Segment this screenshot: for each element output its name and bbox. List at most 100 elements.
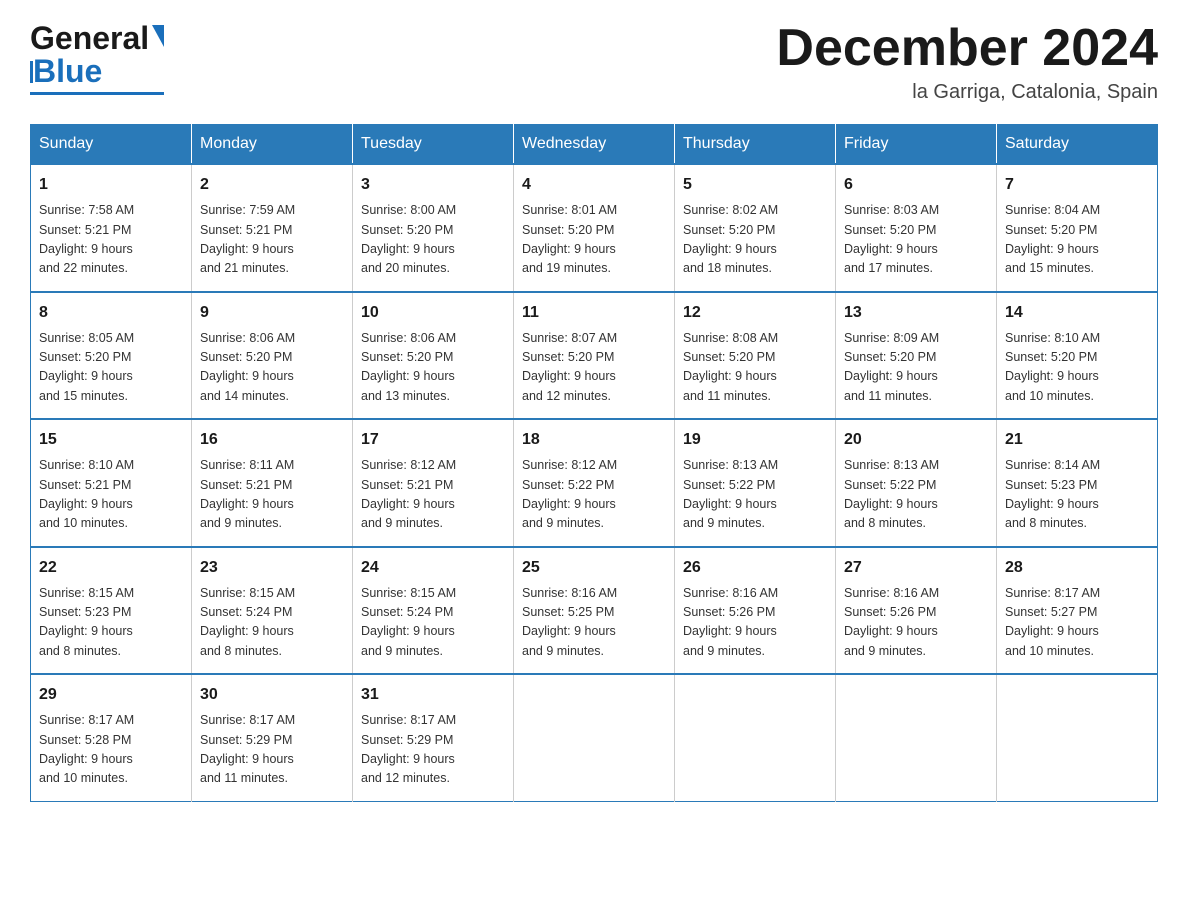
sunrise-label: Sunrise: 8:06 AM <box>200 331 295 345</box>
daylight-minutes: and 9 minutes. <box>361 644 443 658</box>
daylight-minutes: and 20 minutes. <box>361 261 450 275</box>
sunset-label: Sunset: 5:21 PM <box>39 223 131 237</box>
daylight-label: Daylight: 9 hours <box>1005 242 1099 256</box>
day-number: 13 <box>844 301 988 325</box>
daylight-minutes: and 17 minutes. <box>844 261 933 275</box>
logo-triangle-icon <box>152 25 164 47</box>
sunrise-label: Sunrise: 8:17 AM <box>1005 586 1100 600</box>
sunset-label: Sunset: 5:21 PM <box>361 478 453 492</box>
calendar-day-8: 8 Sunrise: 8:05 AM Sunset: 5:20 PM Dayli… <box>31 292 192 420</box>
day-info: Sunrise: 8:07 AM Sunset: 5:20 PM Dayligh… <box>522 329 666 407</box>
daylight-label: Daylight: 9 hours <box>1005 624 1099 638</box>
daylight-label: Daylight: 9 hours <box>39 752 133 766</box>
sunrise-label: Sunrise: 8:08 AM <box>683 331 778 345</box>
calendar-day-header-tuesday: Tuesday <box>353 125 514 165</box>
day-number: 27 <box>844 556 988 580</box>
day-number: 18 <box>522 428 666 452</box>
daylight-label: Daylight: 9 hours <box>361 497 455 511</box>
daylight-label: Daylight: 9 hours <box>200 369 294 383</box>
day-info: Sunrise: 8:13 AM Sunset: 5:22 PM Dayligh… <box>683 456 827 534</box>
daylight-label: Daylight: 9 hours <box>200 752 294 766</box>
sunset-label: Sunset: 5:24 PM <box>200 605 292 619</box>
sunset-label: Sunset: 5:20 PM <box>522 223 614 237</box>
day-info: Sunrise: 8:17 AM Sunset: 5:28 PM Dayligh… <box>39 711 183 789</box>
daylight-label: Daylight: 9 hours <box>39 497 133 511</box>
location-text: la Garriga, Catalonia, Spain <box>776 81 1158 104</box>
daylight-minutes: and 9 minutes. <box>683 644 765 658</box>
sunrise-label: Sunrise: 8:16 AM <box>683 586 778 600</box>
sunrise-label: Sunrise: 8:07 AM <box>522 331 617 345</box>
sunset-label: Sunset: 5:20 PM <box>361 350 453 364</box>
daylight-label: Daylight: 9 hours <box>683 369 777 383</box>
logo-general: General <box>30 20 149 57</box>
sunrise-label: Sunrise: 8:17 AM <box>200 713 295 727</box>
calendar-day-header-sunday: Sunday <box>31 125 192 165</box>
day-info: Sunrise: 8:06 AM Sunset: 5:20 PM Dayligh… <box>200 329 344 407</box>
day-number: 5 <box>683 173 827 197</box>
daylight-label: Daylight: 9 hours <box>39 624 133 638</box>
sunset-label: Sunset: 5:20 PM <box>844 350 936 364</box>
sunrise-label: Sunrise: 8:06 AM <box>361 331 456 345</box>
daylight-label: Daylight: 9 hours <box>361 369 455 383</box>
sunrise-label: Sunrise: 8:11 AM <box>200 458 294 472</box>
daylight-minutes: and 9 minutes. <box>522 644 604 658</box>
daylight-minutes: and 13 minutes. <box>361 389 450 403</box>
calendar-day-27: 27 Sunrise: 8:16 AM Sunset: 5:26 PM Dayl… <box>836 547 997 675</box>
day-number: 10 <box>361 301 505 325</box>
daylight-label: Daylight: 9 hours <box>683 497 777 511</box>
daylight-minutes: and 22 minutes. <box>39 261 128 275</box>
calendar-day-18: 18 Sunrise: 8:12 AM Sunset: 5:22 PM Dayl… <box>514 419 675 547</box>
sunrise-label: Sunrise: 8:10 AM <box>39 458 134 472</box>
calendar-day-16: 16 Sunrise: 8:11 AM Sunset: 5:21 PM Dayl… <box>192 419 353 547</box>
day-number: 3 <box>361 173 505 197</box>
sunset-label: Sunset: 5:26 PM <box>844 605 936 619</box>
daylight-label: Daylight: 9 hours <box>522 624 616 638</box>
logo: General Blue <box>30 20 164 95</box>
sunrise-label: Sunrise: 8:09 AM <box>844 331 939 345</box>
calendar-day-4: 4 Sunrise: 8:01 AM Sunset: 5:20 PM Dayli… <box>514 164 675 292</box>
daylight-minutes: and 8 minutes. <box>844 516 926 530</box>
sunrise-label: Sunrise: 8:12 AM <box>522 458 617 472</box>
day-number: 30 <box>200 683 344 707</box>
day-number: 9 <box>200 301 344 325</box>
sunrise-label: Sunrise: 8:16 AM <box>522 586 617 600</box>
sunset-label: Sunset: 5:20 PM <box>1005 350 1097 364</box>
day-number: 11 <box>522 301 666 325</box>
logo-blue: Blue <box>33 53 102 90</box>
day-info: Sunrise: 8:04 AM Sunset: 5:20 PM Dayligh… <box>1005 201 1149 279</box>
day-info: Sunrise: 8:12 AM Sunset: 5:21 PM Dayligh… <box>361 456 505 534</box>
daylight-label: Daylight: 9 hours <box>39 369 133 383</box>
day-number: 24 <box>361 556 505 580</box>
calendar-day-11: 11 Sunrise: 8:07 AM Sunset: 5:20 PM Dayl… <box>514 292 675 420</box>
daylight-label: Daylight: 9 hours <box>844 242 938 256</box>
sunset-label: Sunset: 5:20 PM <box>1005 223 1097 237</box>
daylight-label: Daylight: 9 hours <box>1005 497 1099 511</box>
calendar-week-row-2: 8 Sunrise: 8:05 AM Sunset: 5:20 PM Dayli… <box>31 292 1158 420</box>
calendar-day-12: 12 Sunrise: 8:08 AM Sunset: 5:20 PM Dayl… <box>675 292 836 420</box>
daylight-minutes: and 10 minutes. <box>39 516 128 530</box>
day-info: Sunrise: 8:15 AM Sunset: 5:23 PM Dayligh… <box>39 584 183 662</box>
sunrise-label: Sunrise: 7:58 AM <box>39 203 134 217</box>
calendar-week-row-3: 15 Sunrise: 8:10 AM Sunset: 5:21 PM Dayl… <box>31 419 1158 547</box>
day-number: 25 <box>522 556 666 580</box>
sunrise-label: Sunrise: 8:04 AM <box>1005 203 1100 217</box>
day-number: 19 <box>683 428 827 452</box>
day-number: 28 <box>1005 556 1149 580</box>
calendar-empty-cell <box>836 674 997 801</box>
calendar-day-26: 26 Sunrise: 8:16 AM Sunset: 5:26 PM Dayl… <box>675 547 836 675</box>
day-info: Sunrise: 7:59 AM Sunset: 5:21 PM Dayligh… <box>200 201 344 279</box>
sunset-label: Sunset: 5:20 PM <box>844 223 936 237</box>
day-number: 8 <box>39 301 183 325</box>
day-info: Sunrise: 8:15 AM Sunset: 5:24 PM Dayligh… <box>361 584 505 662</box>
title-section: December 2024 la Garriga, Catalonia, Spa… <box>776 20 1158 104</box>
daylight-minutes: and 11 minutes. <box>200 771 288 785</box>
daylight-label: Daylight: 9 hours <box>683 624 777 638</box>
calendar-day-1: 1 Sunrise: 7:58 AM Sunset: 5:21 PM Dayli… <box>31 164 192 292</box>
sunrise-label: Sunrise: 8:15 AM <box>200 586 295 600</box>
daylight-minutes: and 9 minutes. <box>200 516 282 530</box>
calendar-day-header-monday: Monday <box>192 125 353 165</box>
day-info: Sunrise: 8:16 AM Sunset: 5:25 PM Dayligh… <box>522 584 666 662</box>
daylight-label: Daylight: 9 hours <box>522 242 616 256</box>
day-number: 7 <box>1005 173 1149 197</box>
sunset-label: Sunset: 5:20 PM <box>361 223 453 237</box>
